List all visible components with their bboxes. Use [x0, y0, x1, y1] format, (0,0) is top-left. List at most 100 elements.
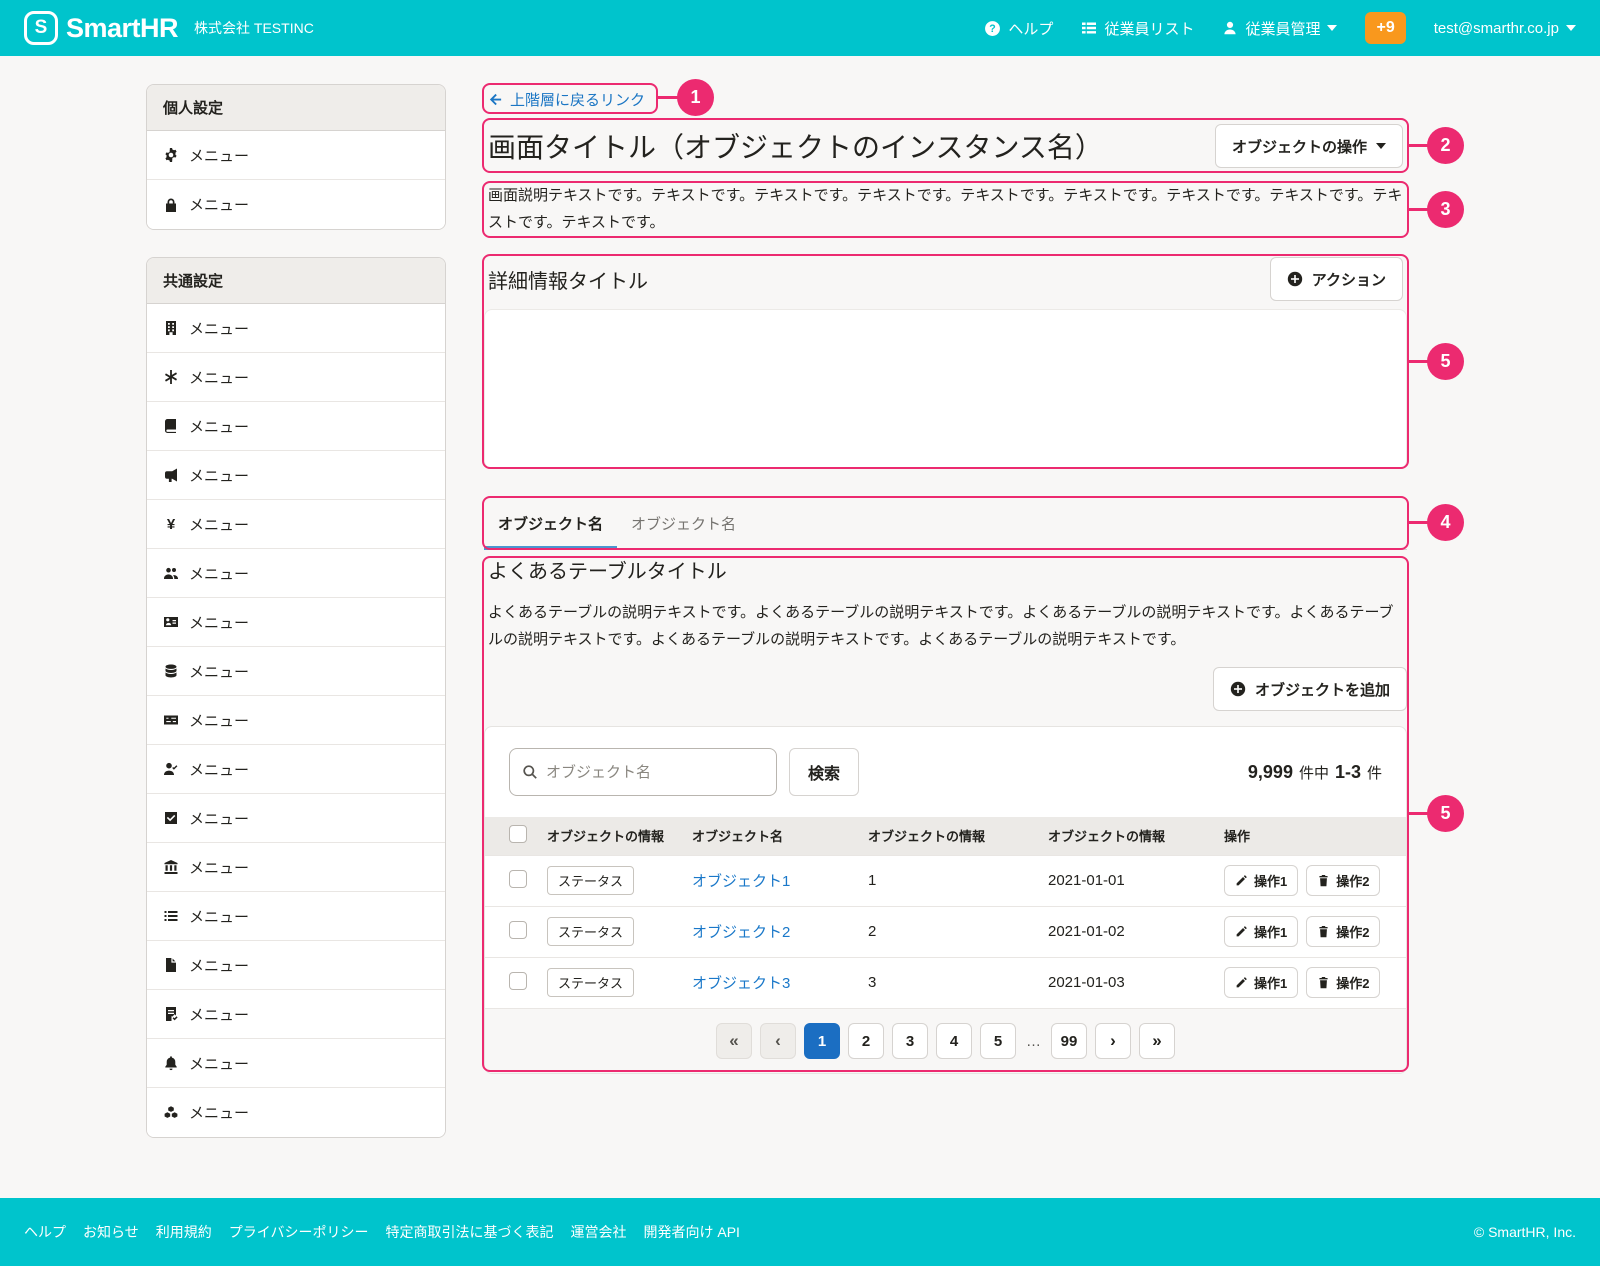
- footer-links: ヘルプ お知らせ 利用規約 プライバシーポリシー 特定商取引法に基づく表記 運営…: [24, 1222, 740, 1242]
- object-date: 2021-01-03: [1038, 957, 1214, 1008]
- table-card: 検索 9,999 件中 1-3 件 オブジェクトの情報 オブジェクト名: [484, 726, 1407, 1074]
- tab-bar: オブジェクト名 オブジェクト名: [484, 497, 1407, 550]
- action-button[interactable]: アクション: [1270, 257, 1403, 301]
- trash-icon: [1317, 874, 1330, 887]
- check-square-icon: [163, 810, 179, 826]
- table-header-row: オブジェクトの情報 オブジェクト名 オブジェクトの情報 オブジェクトの情報 操作: [485, 817, 1406, 855]
- sidebar-item-menu[interactable]: メニュー: [147, 892, 445, 941]
- sidebar-item-menu[interactable]: メニュー: [147, 647, 445, 696]
- edit-button[interactable]: 操作1: [1224, 916, 1298, 947]
- object-info: 1: [858, 855, 1038, 906]
- footer-link-developer-api[interactable]: 開発者向け API: [643, 1222, 739, 1242]
- pagination-page-1[interactable]: 1: [804, 1023, 840, 1059]
- object-link[interactable]: オブジェクト3: [692, 975, 790, 992]
- back-to-parent-link[interactable]: 上階層に戻るリンク: [488, 89, 645, 110]
- main-area: 上階層に戻るリンク 画面タイトル（オブジェクトのインスタンス名） オブジェクトの…: [484, 84, 1407, 1074]
- object-info: 3: [858, 957, 1038, 1008]
- object-info: 2: [858, 906, 1038, 957]
- row-checkbox[interactable]: [509, 921, 527, 939]
- pagination-first-button[interactable]: «: [716, 1023, 752, 1059]
- search-button[interactable]: 検索: [789, 748, 859, 796]
- pencil-icon: [1235, 976, 1248, 989]
- row-checkbox[interactable]: [509, 870, 527, 888]
- status-badge: ステータス: [547, 866, 634, 895]
- sidebar-item-menu[interactable]: ¥ メニュー: [147, 500, 445, 549]
- money-check-icon: [163, 712, 179, 728]
- sidebar-item-menu[interactable]: メニュー: [147, 304, 445, 353]
- sidebar-group-title: 個人設定: [147, 85, 445, 131]
- table-section: よくあるテーブルタイトル よくあるテーブルの説明テキストです。よくあるテーブルの…: [484, 557, 1407, 1074]
- users-icon: [163, 565, 179, 581]
- row-checkbox[interactable]: [509, 972, 527, 990]
- sidebar-item-menu[interactable]: メニュー: [147, 598, 445, 647]
- pagination-page-5[interactable]: 5: [980, 1023, 1016, 1059]
- sidebar-item-menu[interactable]: メニュー: [147, 1088, 445, 1137]
- sidebar-item-menu[interactable]: メニュー: [147, 1039, 445, 1088]
- employee-admin-menu[interactable]: 従業員管理: [1222, 18, 1337, 39]
- sidebar-item-menu[interactable]: メニュー: [147, 941, 445, 990]
- pagination-last-button[interactable]: »: [1139, 1023, 1175, 1059]
- add-object-button[interactable]: オブジェクトを追加: [1213, 667, 1407, 711]
- pagination-page-4[interactable]: 4: [936, 1023, 972, 1059]
- pagination-page-99[interactable]: 99: [1051, 1023, 1087, 1059]
- list-grid-icon: [1081, 20, 1097, 36]
- sidebar-item-menu[interactable]: メニュー: [147, 402, 445, 451]
- pagination-ellipsis: …: [1024, 1033, 1043, 1050]
- chevron-down-icon: [1566, 25, 1576, 31]
- sidebar-item-menu[interactable]: メニュー: [147, 794, 445, 843]
- column-header: オブジェクト名: [682, 817, 858, 855]
- account-menu[interactable]: test@smarthr.co.jp: [1434, 20, 1576, 37]
- search-icon: [522, 764, 538, 780]
- detail-panel-body: [484, 309, 1407, 469]
- footer-link-terms[interactable]: 利用規約: [156, 1222, 212, 1242]
- smarthr-logo[interactable]: S SmartHR: [24, 11, 178, 45]
- svg-text:?: ?: [990, 23, 996, 35]
- employee-list-link[interactable]: 従業員リスト: [1081, 18, 1194, 39]
- id-card-icon: [163, 614, 179, 630]
- help-link[interactable]: ? ヘルプ: [984, 18, 1053, 39]
- delete-button[interactable]: 操作2: [1306, 916, 1380, 947]
- select-all-checkbox[interactable]: [509, 825, 527, 843]
- pagination-next-button[interactable]: ›: [1095, 1023, 1131, 1059]
- pagination-prev-button[interactable]: ‹: [760, 1023, 796, 1059]
- sidebar-item-menu[interactable]: メニュー: [147, 745, 445, 794]
- sidebar: 個人設定 メニュー メニュー 共通設定 メニュー メニュー メニュー: [146, 84, 446, 1138]
- sidebar-item-menu[interactable]: メニュー: [147, 131, 445, 180]
- object-link[interactable]: オブジェクト1: [692, 873, 790, 890]
- notification-badge[interactable]: +9: [1365, 12, 1405, 44]
- trash-icon: [1317, 976, 1330, 989]
- user-icon: [1222, 20, 1238, 36]
- sidebar-item-menu[interactable]: メニュー: [147, 451, 445, 500]
- object-actions-button[interactable]: オブジェクトの操作: [1215, 124, 1403, 168]
- sidebar-item-menu[interactable]: メニュー: [147, 549, 445, 598]
- delete-button[interactable]: 操作2: [1306, 865, 1380, 896]
- sidebar-item-menu[interactable]: メニュー: [147, 843, 445, 892]
- lock-icon: [163, 197, 179, 213]
- edit-button[interactable]: 操作1: [1224, 865, 1298, 896]
- tab-object-2[interactable]: オブジェクト名: [617, 497, 750, 549]
- sidebar-item-menu[interactable]: メニュー: [147, 353, 445, 402]
- edit-button[interactable]: 操作1: [1224, 967, 1298, 998]
- object-date: 2021-01-01: [1038, 855, 1214, 906]
- tab-object-1[interactable]: オブジェクト名: [484, 497, 617, 549]
- footer-link-commerce-law[interactable]: 特定商取引法に基づく表記: [385, 1222, 553, 1242]
- sidebar-item-menu[interactable]: メニュー: [147, 180, 445, 229]
- footer-link-company[interactable]: 運営会社: [570, 1222, 626, 1242]
- footer-link-help[interactable]: ヘルプ: [24, 1222, 66, 1242]
- footer-link-news[interactable]: お知らせ: [83, 1222, 139, 1242]
- chevron-down-icon: [1327, 25, 1337, 31]
- pagination-page-3[interactable]: 3: [892, 1023, 928, 1059]
- delete-button[interactable]: 操作2: [1306, 967, 1380, 998]
- object-link[interactable]: オブジェクト2: [692, 924, 790, 941]
- pagination-page-2[interactable]: 2: [848, 1023, 884, 1059]
- sidebar-item-menu[interactable]: メニュー: [147, 696, 445, 745]
- bank-icon: [163, 859, 179, 875]
- pencil-icon: [1235, 874, 1248, 887]
- gear-icon: [163, 147, 179, 163]
- sidebar-item-menu[interactable]: メニュー: [147, 990, 445, 1039]
- page-title: 画面タイトル（オブジェクトのインスタンス名）: [488, 126, 1103, 166]
- column-header: 操作: [1214, 817, 1406, 855]
- table-row: ステータス オブジェクト2 2 2021-01-02 操作1 操作2: [485, 906, 1406, 957]
- search-input[interactable]: [546, 764, 764, 781]
- footer-link-privacy[interactable]: プライバシーポリシー: [229, 1222, 369, 1242]
